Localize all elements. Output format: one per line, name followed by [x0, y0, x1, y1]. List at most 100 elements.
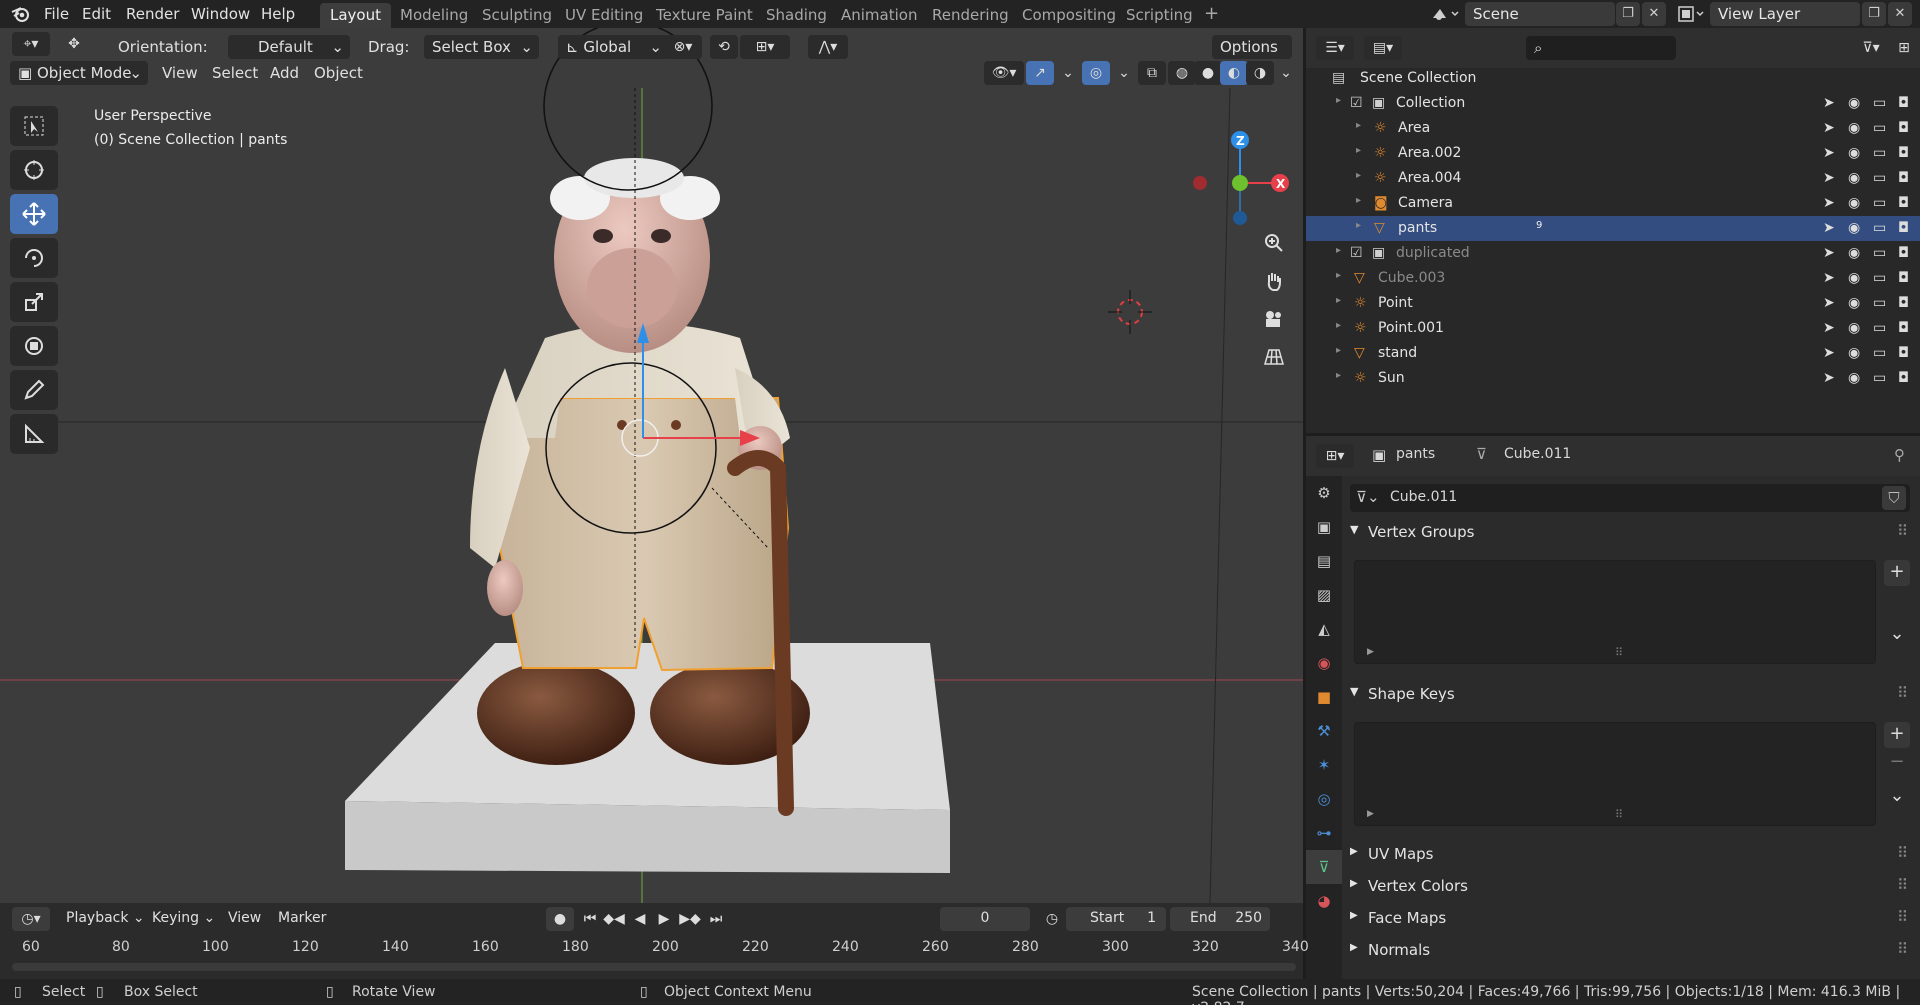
- next-keyframe-icon[interactable]: ▶◆: [676, 907, 704, 931]
- outliner-editor-type-icon[interactable]: ☰▾: [1316, 36, 1354, 60]
- vertex-group-menu-icon[interactable]: ⌄: [1884, 622, 1910, 648]
- camera-render-icon[interactable]: ◘: [1898, 320, 1914, 336]
- drag-handle-icon[interactable]: ⠿: [1897, 684, 1908, 702]
- outliner-row-sun[interactable]: ▸ ☼ Sun ➤ ◉ ▭ ◘: [1306, 366, 1920, 391]
- monitor-icon[interactable]: ▭: [1873, 195, 1889, 211]
- orientation-dropdown[interactable]: Default ⌄: [228, 35, 350, 59]
- prev-keyframe-icon[interactable]: ◆◀: [600, 907, 628, 931]
- tab-scene[interactable]: ◭: [1306, 612, 1342, 646]
- new-scene-button[interactable]: ❐: [1616, 2, 1640, 26]
- timeline-scrollbar[interactable]: [12, 963, 1296, 971]
- selectable-arrow-icon[interactable]: ➤: [1823, 220, 1839, 236]
- select-box-tool[interactable]: [10, 106, 58, 146]
- outliner-row-point[interactable]: ▸ ☼ Point ➤ ◉ ▭ ◘: [1306, 291, 1920, 316]
- camera-render-icon[interactable]: ◘: [1898, 345, 1914, 361]
- annotate-tool[interactable]: [10, 370, 58, 410]
- options-dropdown[interactable]: Options ⌄: [1212, 35, 1292, 74]
- menu-help[interactable]: Help: [261, 5, 295, 23]
- tab-layout[interactable]: Layout: [320, 3, 391, 28]
- monitor-icon[interactable]: ▭: [1873, 120, 1889, 136]
- monitor-icon[interactable]: ▭: [1873, 345, 1889, 361]
- add-workspace-button[interactable]: +: [1194, 3, 1229, 28]
- panel-vertex-colors[interactable]: ▶ Vertex Colors ⠿: [1350, 872, 1910, 902]
- disclosure-triangle-icon[interactable]: ▸: [1356, 145, 1361, 156]
- selectable-arrow-icon[interactable]: ➤: [1823, 370, 1839, 386]
- tab-particles[interactable]: ✶: [1306, 748, 1342, 782]
- solid-shading-icon[interactable]: ●: [1194, 61, 1222, 85]
- panel-vertex-groups[interactable]: ▼ Vertex Groups ⠿: [1350, 518, 1910, 548]
- current-frame-field[interactable]: 0: [940, 907, 1030, 931]
- tab-compositing[interactable]: Compositing: [1012, 3, 1126, 28]
- scale-tool[interactable]: [10, 282, 58, 322]
- disclosure-triangle-icon[interactable]: ▸: [1336, 320, 1341, 331]
- outliner-row-collection[interactable]: ▸ ☑ ▣ Collection ➤ ◉ ▭ ◘: [1306, 91, 1920, 116]
- tab-shading[interactable]: Shading: [756, 3, 837, 28]
- start-frame-field[interactable]: Start 1: [1066, 907, 1166, 931]
- tab-tool[interactable]: ⚙: [1306, 476, 1342, 510]
- shape-key-menu-icon[interactable]: ⌄: [1884, 784, 1910, 810]
- material-shading-icon[interactable]: ◐: [1220, 61, 1248, 85]
- xray-toggle-icon[interactable]: ⧉: [1138, 61, 1166, 85]
- eye-icon[interactable]: ◉: [1848, 195, 1864, 211]
- panel-shape-keys[interactable]: ▼ Shape Keys ⠿: [1350, 680, 1910, 710]
- timeline-editor-type-icon[interactable]: ◷▾: [12, 907, 50, 931]
- fake-user-shield-icon[interactable]: ⛉: [1882, 486, 1906, 510]
- eye-icon[interactable]: ◉: [1848, 370, 1864, 386]
- move-tool[interactable]: [10, 194, 58, 234]
- disclosure-triangle-icon[interactable]: ▸: [1356, 195, 1361, 206]
- menu-file[interactable]: File: [44, 5, 69, 23]
- tab-constraints[interactable]: ⊶: [1306, 816, 1342, 850]
- disclosure-triangle-icon[interactable]: ▸: [1336, 245, 1341, 256]
- outliner-row-cube-003[interactable]: ▸ ▽ Cube.003 ➤ ◉ ▭ ◘: [1306, 266, 1920, 291]
- mode-dropdown[interactable]: ▣ Object Mode ⌄: [10, 61, 148, 85]
- tab-texture-paint[interactable]: Texture Paint: [646, 3, 763, 28]
- disclosure-triangle-icon[interactable]: ▸: [1356, 220, 1361, 231]
- view-layer-icon[interactable]: [1676, 4, 1706, 24]
- eye-icon[interactable]: ◉: [1848, 295, 1864, 311]
- visibility-selectability-icon[interactable]: 👁▾: [984, 61, 1024, 85]
- camera-render-icon[interactable]: ◘: [1898, 95, 1914, 111]
- selectable-arrow-icon[interactable]: ➤: [1823, 245, 1839, 261]
- outliner-row-area-004[interactable]: ▸ ☼ Area.004 ➤ ◉ ▭ ◘: [1306, 166, 1920, 191]
- monitor-icon[interactable]: ▭: [1873, 220, 1889, 236]
- end-frame-field[interactable]: End 250: [1170, 907, 1270, 931]
- navigation-gizmo[interactable]: [1185, 108, 1295, 228]
- eye-icon[interactable]: ◉: [1848, 120, 1864, 136]
- scene-name-field[interactable]: Scene: [1465, 2, 1615, 26]
- cursor-tool[interactable]: [10, 150, 58, 190]
- eye-icon[interactable]: ◉: [1848, 270, 1864, 286]
- transform-pivot-icon[interactable]: ✥: [60, 32, 88, 56]
- tab-view-layer[interactable]: ▨: [1306, 578, 1342, 612]
- panel-uv-maps[interactable]: ▶ UV Maps ⠿: [1350, 840, 1910, 870]
- blender-logo-icon[interactable]: [10, 4, 32, 24]
- selectable-arrow-icon[interactable]: ➤: [1823, 170, 1839, 186]
- menu-view-timeline[interactable]: View: [228, 910, 261, 926]
- drag-handle-icon[interactable]: ⠿: [1897, 940, 1908, 958]
- zoom-button[interactable]: [1257, 226, 1291, 260]
- monitor-icon[interactable]: ▭: [1873, 320, 1889, 336]
- eye-icon[interactable]: ◉: [1848, 345, 1864, 361]
- drag-handle-icon[interactable]: ⠿: [1897, 908, 1908, 926]
- tab-scripting[interactable]: Scripting: [1116, 3, 1203, 28]
- overlays-menu-icon[interactable]: ⌄: [1110, 61, 1138, 85]
- outliner-row-duplicated[interactable]: ▸ ☑ ▣ duplicated ➤ ◉ ▭ ◘: [1306, 241, 1920, 266]
- monitor-icon[interactable]: ▭: [1873, 270, 1889, 286]
- disclosure-triangle-icon[interactable]: ▸: [1336, 370, 1341, 381]
- outliner-row-camera[interactable]: ▸ ◙ Camera ➤ ◉ ▭ ◘: [1306, 191, 1920, 216]
- tab-animation[interactable]: Animation: [831, 3, 927, 28]
- camera-render-icon[interactable]: ◘: [1898, 295, 1914, 311]
- camera-render-icon[interactable]: ◘: [1898, 370, 1914, 386]
- tab-world[interactable]: ◉: [1306, 646, 1342, 680]
- camera-render-icon[interactable]: ◘: [1898, 195, 1914, 211]
- ortho-toggle-button[interactable]: [1257, 340, 1291, 374]
- selectable-arrow-icon[interactable]: ➤: [1823, 95, 1839, 111]
- delete-scene-button[interactable]: ✕: [1642, 2, 1666, 26]
- new-view-layer-button[interactable]: ❐: [1862, 2, 1886, 26]
- properties-editor-type-icon[interactable]: ⊞▾: [1316, 444, 1354, 468]
- panel-face-maps[interactable]: ▶ Face Maps ⠿: [1350, 904, 1910, 934]
- new-collection-icon[interactable]: ⊞: [1890, 36, 1918, 60]
- outliner-row-scene-collection[interactable]: ▤ Scene Collection: [1306, 66, 1920, 91]
- camera-render-icon[interactable]: ◘: [1898, 270, 1914, 286]
- panel-normals[interactable]: ▶ Normals ⠿: [1350, 936, 1910, 966]
- outliner-row-area-002[interactable]: ▸ ☼ Area.002 ➤ ◉ ▭ ◘: [1306, 141, 1920, 166]
